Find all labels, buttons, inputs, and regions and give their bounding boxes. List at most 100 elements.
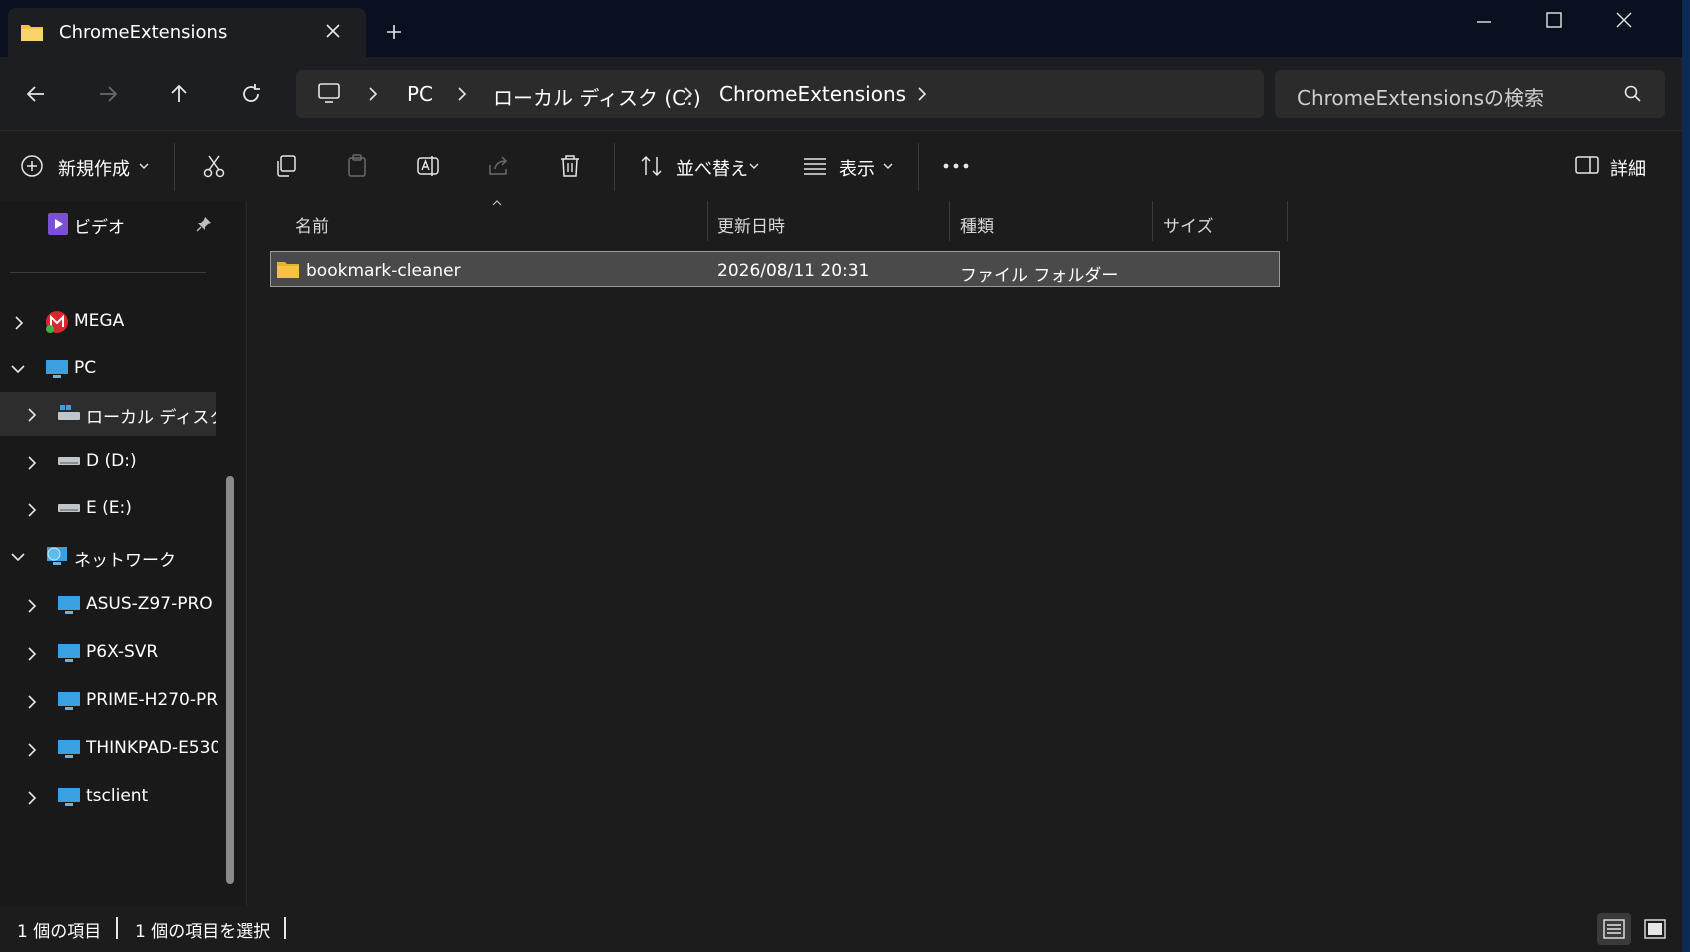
column-header-modified[interactable]: 更新日時	[717, 212, 785, 237]
column-divider[interactable]	[949, 201, 950, 241]
chevron-right-icon[interactable]	[366, 84, 380, 104]
chevron-down-icon[interactable]	[882, 161, 894, 171]
copy-icon[interactable]	[273, 153, 299, 179]
system-drive-icon	[57, 403, 81, 423]
chevron-right-icon[interactable]	[25, 694, 39, 710]
sidebar-item-mega[interactable]: MEGA	[0, 300, 218, 344]
sidebar-item-label: tsclient	[86, 786, 149, 806]
back-arrow-icon[interactable]	[24, 82, 48, 106]
maximize-icon[interactable]	[1544, 10, 1564, 30]
close-tab-icon[interactable]	[324, 22, 342, 40]
new-button[interactable]: 新規作成	[58, 155, 130, 181]
column-divider[interactable]	[1152, 201, 1153, 241]
refresh-icon[interactable]	[239, 82, 263, 106]
network-icon	[45, 545, 71, 569]
computer-icon	[316, 81, 342, 105]
sidebar-item-asus-z97-pro[interactable]: ASUS-Z97-PRO	[0, 583, 218, 627]
status-selected: 1 個の項目を選択	[135, 922, 271, 942]
sidebar-item-label: ASUS-Z97-PRO	[86, 594, 213, 614]
sidebar-scrollbar[interactable]	[226, 476, 234, 884]
chevron-right-icon[interactable]	[25, 790, 39, 806]
sidebar-item-label: THINKPAD-E530	[86, 738, 218, 758]
rename-icon[interactable]	[415, 153, 441, 179]
chevron-right-icon[interactable]	[25, 455, 39, 471]
sidebar-item-label: PRIME-H270-PR	[86, 690, 218, 710]
pin-icon[interactable]	[196, 216, 212, 232]
sidebar-item-label: ネットワーク	[74, 551, 176, 571]
sort-button[interactable]: 並べ替え	[676, 155, 748, 181]
folder-icon	[276, 259, 300, 279]
sidebar-item-prime-h270-pr[interactable]: PRIME-H270-PR	[0, 679, 218, 723]
chevron-right-icon[interactable]	[681, 84, 695, 104]
view-button[interactable]: 表示	[839, 155, 875, 181]
chevron-right-icon[interactable]	[25, 407, 39, 423]
mega-icon	[45, 310, 69, 334]
column-header-name[interactable]: 名前	[295, 212, 329, 237]
monitor-icon	[57, 690, 81, 712]
monitor-icon	[57, 594, 81, 616]
video-icon	[47, 212, 69, 236]
up-arrow-icon[interactable]	[167, 82, 191, 106]
close-window-icon[interactable]	[1614, 10, 1634, 30]
status-divider	[116, 917, 118, 939]
chevron-right-icon[interactable]	[25, 646, 39, 662]
large-icons-view-button[interactable]	[1638, 913, 1672, 945]
breadcrumb-chromeextensions[interactable]: ChromeExtensions	[719, 82, 906, 106]
delete-icon[interactable]	[557, 153, 583, 179]
sidebar-item-thinkpad-e530[interactable]: THINKPAD-E530	[0, 727, 218, 771]
details-view-icon	[1603, 919, 1625, 939]
monitor-icon	[45, 358, 69, 380]
chevron-right-icon[interactable]	[455, 84, 469, 104]
column-divider[interactable]	[1287, 201, 1288, 241]
chevron-right-icon[interactable]	[25, 742, 39, 758]
details-view-button[interactable]	[1597, 913, 1631, 945]
toolbar-divider	[614, 143, 615, 191]
breadcrumb-pc[interactable]: PC	[407, 82, 433, 106]
share-icon[interactable]	[486, 153, 512, 179]
column-divider[interactable]	[707, 201, 708, 241]
tab-title: ChromeExtensions	[59, 22, 228, 43]
file-list-pane	[246, 201, 1683, 906]
sidebar-item-label: D (D:)	[86, 451, 137, 471]
breadcrumb-local-disk[interactable]: ローカル ディスク (C:)	[493, 82, 701, 111]
details-pane-icon[interactable]	[1574, 154, 1600, 176]
sidebar-divider	[10, 272, 206, 273]
chevron-right-icon[interactable]	[25, 502, 39, 518]
toolbar-divider	[174, 143, 175, 191]
chevron-down-icon[interactable]	[748, 161, 760, 171]
toolbar-divider	[918, 143, 919, 191]
sidebar-item-pc[interactable]: PC	[0, 347, 218, 391]
sidebar-item-label: P6X-SVR	[86, 642, 159, 662]
cut-icon[interactable]	[201, 153, 227, 179]
sidebar-item-local-disk-c[interactable]: ローカル ディスク (C	[0, 392, 216, 436]
details-button[interactable]: 詳細	[1610, 155, 1646, 181]
sort-icon[interactable]	[639, 154, 665, 178]
more-icon[interactable]	[941, 160, 971, 172]
search-icon[interactable]	[1623, 84, 1643, 104]
sidebar-item-label: PC	[74, 358, 97, 378]
plus-icon[interactable]	[385, 23, 403, 41]
sidebar-item-label: E (E:)	[86, 498, 132, 518]
chevron-right-icon[interactable]	[12, 315, 26, 331]
chevron-right-icon[interactable]	[25, 598, 39, 614]
column-header-size[interactable]: サイズ	[1163, 212, 1214, 237]
sidebar-item-p6x-svr[interactable]: P6X-SVR	[0, 631, 218, 675]
column-header-type[interactable]: 種類	[960, 212, 994, 237]
sidebar-item-tsclient[interactable]: tsclient	[0, 775, 218, 819]
sidebar-item-network[interactable]: ネットワーク	[0, 535, 218, 579]
sidebar-item-video[interactable]: ビデオ	[74, 213, 125, 238]
chevron-down-icon[interactable]	[10, 362, 26, 376]
new-plus-icon[interactable]	[20, 154, 44, 178]
folder-icon	[20, 22, 44, 42]
view-icon[interactable]	[802, 155, 828, 177]
chevron-right-icon[interactable]	[915, 84, 929, 104]
chevron-down-icon[interactable]	[10, 550, 26, 564]
chevron-down-icon[interactable]	[138, 161, 150, 171]
monitor-icon	[57, 738, 81, 760]
forward-arrow-icon[interactable]	[96, 82, 120, 106]
file-name[interactable]: bookmark-cleaner	[306, 261, 461, 281]
minimize-icon[interactable]	[1474, 12, 1494, 32]
sidebar-item-e-drive[interactable]: E (E:)	[0, 487, 218, 531]
sidebar-item-d-drive[interactable]: D (D:)	[0, 440, 218, 484]
paste-icon[interactable]	[344, 153, 370, 179]
